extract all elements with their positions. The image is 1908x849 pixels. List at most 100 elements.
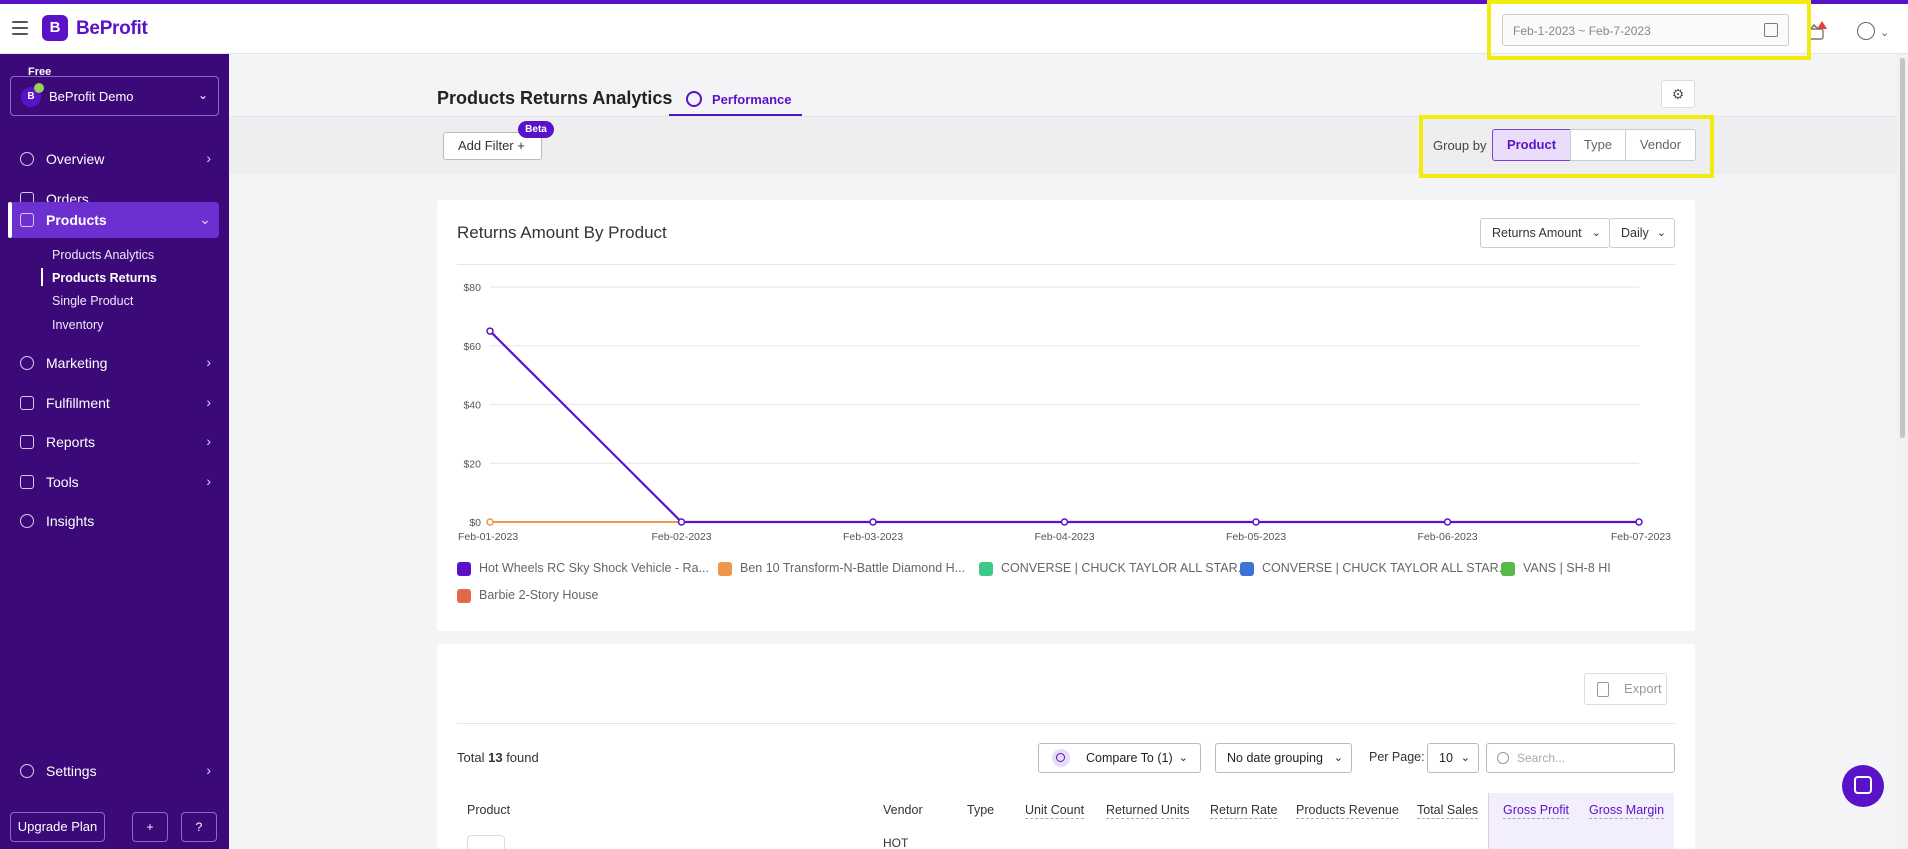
y-tick-label: $20 — [463, 458, 481, 470]
scrollbar-thumb[interactable] — [1900, 58, 1905, 438]
sidebar-item-reports[interactable]: Reports › — [10, 424, 219, 460]
data-point — [1635, 518, 1643, 526]
gross-columns-highlight — [1488, 793, 1674, 849]
legend-swatch — [457, 562, 471, 576]
help-icon[interactable]: ? — [181, 812, 217, 842]
add-user-icon[interactable]: + — [132, 812, 168, 842]
search-icon — [1497, 752, 1509, 764]
col-return-rate[interactable]: Return Rate — [1210, 803, 1278, 819]
sidebar-subitem-products-returns[interactable]: Products Returns — [52, 271, 157, 285]
user-account-icon[interactable] — [1857, 22, 1875, 40]
bag-icon — [20, 213, 34, 227]
chevron-down-icon: ⌄ — [1591, 227, 1601, 239]
product-thumbnail[interactable] — [467, 835, 505, 849]
legend-label: VANS | SH-8 HI — [1523, 561, 1611, 575]
legend-label: Hot Wheels RC Sky Shock Vehicle - Ra... — [479, 561, 709, 575]
col-gross-profit[interactable]: Gross Profit — [1503, 803, 1569, 819]
sidebar-subitem-products-analytics[interactable]: Products Analytics — [52, 248, 154, 262]
series-line — [489, 330, 1639, 524]
data-point — [1443, 518, 1452, 526]
legend-swatch — [979, 562, 993, 576]
gauge-icon — [686, 91, 702, 107]
logo-icon: B — [42, 15, 68, 41]
interval-select[interactable]: Daily ⌄ — [1609, 218, 1675, 248]
col-unit-count[interactable]: Unit Count — [1025, 803, 1085, 819]
chevron-down-icon: ⌄ — [1178, 752, 1188, 764]
total-found: Total 13 found — [457, 750, 539, 765]
x-tick-label: Feb-02-2023 — [651, 531, 711, 543]
data-point — [486, 518, 494, 526]
col-vendor[interactable]: Vendor — [883, 803, 923, 817]
table-search[interactable] — [1486, 743, 1675, 773]
y-tick-label: $60 — [463, 341, 481, 353]
col-type[interactable]: Type — [967, 803, 994, 817]
sidebar-item-insights[interactable]: Insights — [10, 503, 219, 539]
chevron-right-icon: › — [206, 762, 211, 778]
export-button[interactable]: Export — [1584, 673, 1667, 705]
x-tick-label: Feb-04-2023 — [1034, 531, 1094, 543]
chevron-down-icon[interactable]: ⌄ — [1880, 26, 1889, 39]
chevron-down-icon: ⌄ — [1460, 752, 1470, 764]
y-tick-label: $0 — [469, 517, 481, 529]
legend-swatch — [1501, 562, 1515, 576]
chevron-right-icon: › — [206, 394, 211, 410]
bar-chart-icon — [20, 435, 34, 449]
excel-icon — [1597, 682, 1609, 697]
sidebar-item-overview[interactable]: Overview › — [10, 141, 219, 177]
sidebar-item-fulfillment[interactable]: Fulfillment › — [10, 385, 219, 421]
row-vendor-cell: HOT — [883, 836, 909, 849]
sidebar-subitem-single-product[interactable]: Single Product — [52, 294, 133, 308]
returns-line-chart: $0 $20 $40 $60 $80 Feb-01-2023 Feb-02-2023 Feb-… — [458, 282, 1671, 543]
legend-label: Barbie 2-Story House — [479, 588, 599, 602]
sidebar-item-tools[interactable]: Tools › — [10, 464, 219, 500]
search-input[interactable] — [1517, 749, 1667, 767]
col-product[interactable]: Product — [467, 803, 510, 817]
page-title: Products Returns Analytics — [437, 88, 673, 108]
chevron-down-icon: ⌄ — [199, 211, 211, 227]
y-tick-label: $80 — [463, 282, 481, 294]
menu-icon[interactable] — [12, 21, 28, 35]
chevron-right-icon: › — [206, 354, 211, 370]
legend-swatch — [718, 562, 732, 576]
store-selector[interactable]: B BeProfit Demo ⌄ — [10, 76, 219, 116]
x-tick-label: Feb-03-2023 — [843, 531, 903, 543]
gear-icon[interactable]: ⚙ — [1661, 80, 1695, 108]
date-highlight-box — [1487, 0, 1811, 60]
legend-label: CONVERSE | CHUCK TAYLOR ALL STAR... — [1262, 561, 1510, 575]
sidebar-item-products[interactable]: Products ⌄ — [8, 202, 219, 238]
per-page-select[interactable]: 10 ⌄ — [1427, 743, 1479, 773]
store-name: BeProfit Demo — [49, 89, 134, 104]
sidebar-subitem-inventory[interactable]: Inventory — [52, 318, 103, 332]
col-gross-margin[interactable]: Gross Margin — [1589, 803, 1665, 819]
col-total-sales[interactable]: Total Sales — [1417, 803, 1479, 819]
tab-performance[interactable]: Performance — [669, 86, 802, 116]
x-tick-label: Feb-07-2023 — [1611, 531, 1671, 543]
x-tick-label: Feb-01-2023 — [458, 531, 518, 543]
compare-to-button[interactable]: Compare To (1) ⌄ — [1038, 743, 1201, 773]
truck-icon — [20, 396, 34, 410]
chevron-down-icon: ⌄ — [1333, 752, 1343, 764]
chevron-right-icon: › — [206, 473, 211, 489]
table-divider — [457, 723, 1675, 724]
sidebar-item-marketing[interactable]: Marketing › — [10, 345, 219, 381]
group-by-highlight-box — [1419, 115, 1714, 178]
metric-select[interactable]: Returns Amount ⌄ — [1480, 218, 1610, 248]
data-point — [677, 518, 686, 526]
tools-icon — [20, 475, 34, 489]
chart-divider — [457, 264, 1675, 265]
legend-swatch — [1240, 562, 1254, 576]
upgrade-plan-button[interactable]: Upgrade Plan — [10, 812, 105, 842]
legend-swatch — [457, 589, 471, 603]
per-page-label: Per Page: — [1369, 750, 1425, 764]
col-products-revenue[interactable]: Products Revenue — [1296, 803, 1399, 819]
data-point — [869, 518, 877, 526]
target-icon — [1052, 749, 1070, 767]
date-grouping-select[interactable]: No date grouping ⌄ — [1215, 743, 1352, 773]
sidebar: Free B BeProfit Demo ⌄ Overview › Orders… — [0, 54, 229, 849]
legend-label: CONVERSE | CHUCK TAYLOR ALL STAR... — [1001, 561, 1249, 575]
x-tick-label: Feb-05-2023 — [1226, 531, 1286, 543]
chat-icon[interactable] — [1842, 765, 1884, 807]
col-returned-units[interactable]: Returned Units — [1106, 803, 1190, 819]
beta-badge: Beta — [518, 121, 554, 138]
sidebar-item-settings[interactable]: Settings › — [10, 753, 219, 789]
